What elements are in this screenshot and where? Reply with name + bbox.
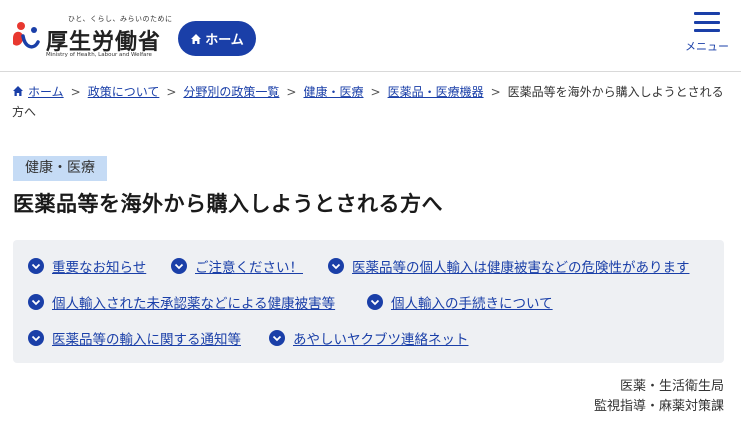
chevron-down-circle-icon — [28, 330, 44, 346]
chevron-down-circle-icon — [328, 258, 344, 274]
home-button[interactable]: ホーム — [178, 21, 256, 56]
anchor-label: あやしいヤクブツ連絡ネット — [293, 332, 469, 348]
anchor-link-import-risks[interactable]: 医薬品等の個人輸入は健康被害などの危険性があります — [328, 256, 690, 276]
anchor-link-import-notices[interactable]: 医薬品等の輸入に関する通知等 — [28, 328, 241, 348]
anchor-label: 個人輸入された未承認薬などによる健康被害等 — [52, 296, 336, 312]
breadcrumb-separator: > — [166, 85, 177, 99]
breadcrumb-link-policy-by-field[interactable]: 分野別の政策一覧 — [183, 85, 279, 99]
anchor-link-suspicious-drugs-net[interactable]: あやしいヤクブツ連絡ネット — [269, 328, 469, 348]
logo-tagline: ひと、くらし、みらいのために — [68, 15, 173, 23]
hamburger-icon — [694, 12, 720, 32]
anchor-label: 医薬品等の輸入に関する通知等 — [52, 332, 241, 348]
breadcrumb: ホーム > 政策について > 分野別の政策一覧 > 健康・医療 > 医薬品・医療機器 > 医薬品等を… — [12, 82, 730, 122]
mhlw-logo[interactable]: ひと、くらし、みらいのために 厚生労働省 Ministry of Health,… — [8, 12, 172, 58]
page-title: 医薬品等を海外から購入しようとされる方へ — [13, 192, 443, 216]
anchor-link-important-notice[interactable]: 重要なお知らせ — [28, 256, 146, 276]
chevron-down-circle-icon — [28, 258, 44, 274]
chevron-down-circle-icon — [171, 258, 187, 274]
anchor-link-import-procedure[interactable]: 個人輸入の手続きについて — [367, 292, 553, 312]
menu-label: メニュー — [685, 40, 729, 53]
anchor-label: 医薬品等の個人輸入は健康被害などの危険性があります — [352, 260, 690, 276]
anchor-label: 個人輸入の手続きについて — [391, 296, 553, 312]
breadcrumb-separator: > — [370, 85, 381, 99]
breadcrumb-link-pharma-devices[interactable]: 医薬品・医療機器 — [388, 85, 484, 99]
department-division: 監視指導・麻薬対策課 — [593, 399, 724, 414]
logo-english: Ministry of Health, Labour and Welfare — [46, 52, 152, 58]
department-bureau: 医薬・生活衛生局 — [619, 379, 724, 394]
home-icon — [13, 86, 23, 96]
breadcrumb-link-policy[interactable]: 政策について — [88, 85, 160, 99]
breadcrumb-separator: > — [286, 85, 297, 99]
breadcrumb-link-health-medical[interactable]: 健康・医療 — [303, 85, 363, 99]
anchor-label: ご注意ください！ — [195, 260, 303, 276]
mhlw-emblem-icon — [13, 22, 40, 49]
breadcrumb-separator: > — [70, 85, 81, 99]
chevron-down-circle-icon — [269, 330, 285, 346]
chevron-down-circle-icon — [367, 294, 383, 310]
anchor-label: 重要なお知らせ — [52, 260, 147, 276]
responsible-department: 医薬・生活衛生局 監視指導・麻薬対策課 — [594, 377, 724, 417]
category-label: 健康・医療 — [13, 156, 107, 181]
anchor-link-health-damage[interactable]: 個人輸入された未承認薬などによる健康被害等 — [28, 292, 335, 312]
home-button-label: ホーム — [205, 33, 244, 48]
site-header: ひと、くらし、みらいのために 厚生労働省 Ministry of Health,… — [0, 0, 741, 72]
header-divider — [0, 71, 741, 72]
breadcrumb-link-home[interactable]: ホーム — [28, 85, 64, 99]
page-anchor-nav: 重要なお知らせ ご注意ください！ 医薬品等の個人輸入は健康被害などの危険性があり… — [13, 240, 724, 363]
menu-button[interactable]: メニュー — [676, 10, 738, 54]
home-icon — [191, 33, 202, 44]
breadcrumb-separator: > — [490, 85, 501, 99]
anchor-link-caution[interactable]: ご注意ください！ — [171, 256, 303, 276]
chevron-down-circle-icon — [28, 294, 44, 310]
